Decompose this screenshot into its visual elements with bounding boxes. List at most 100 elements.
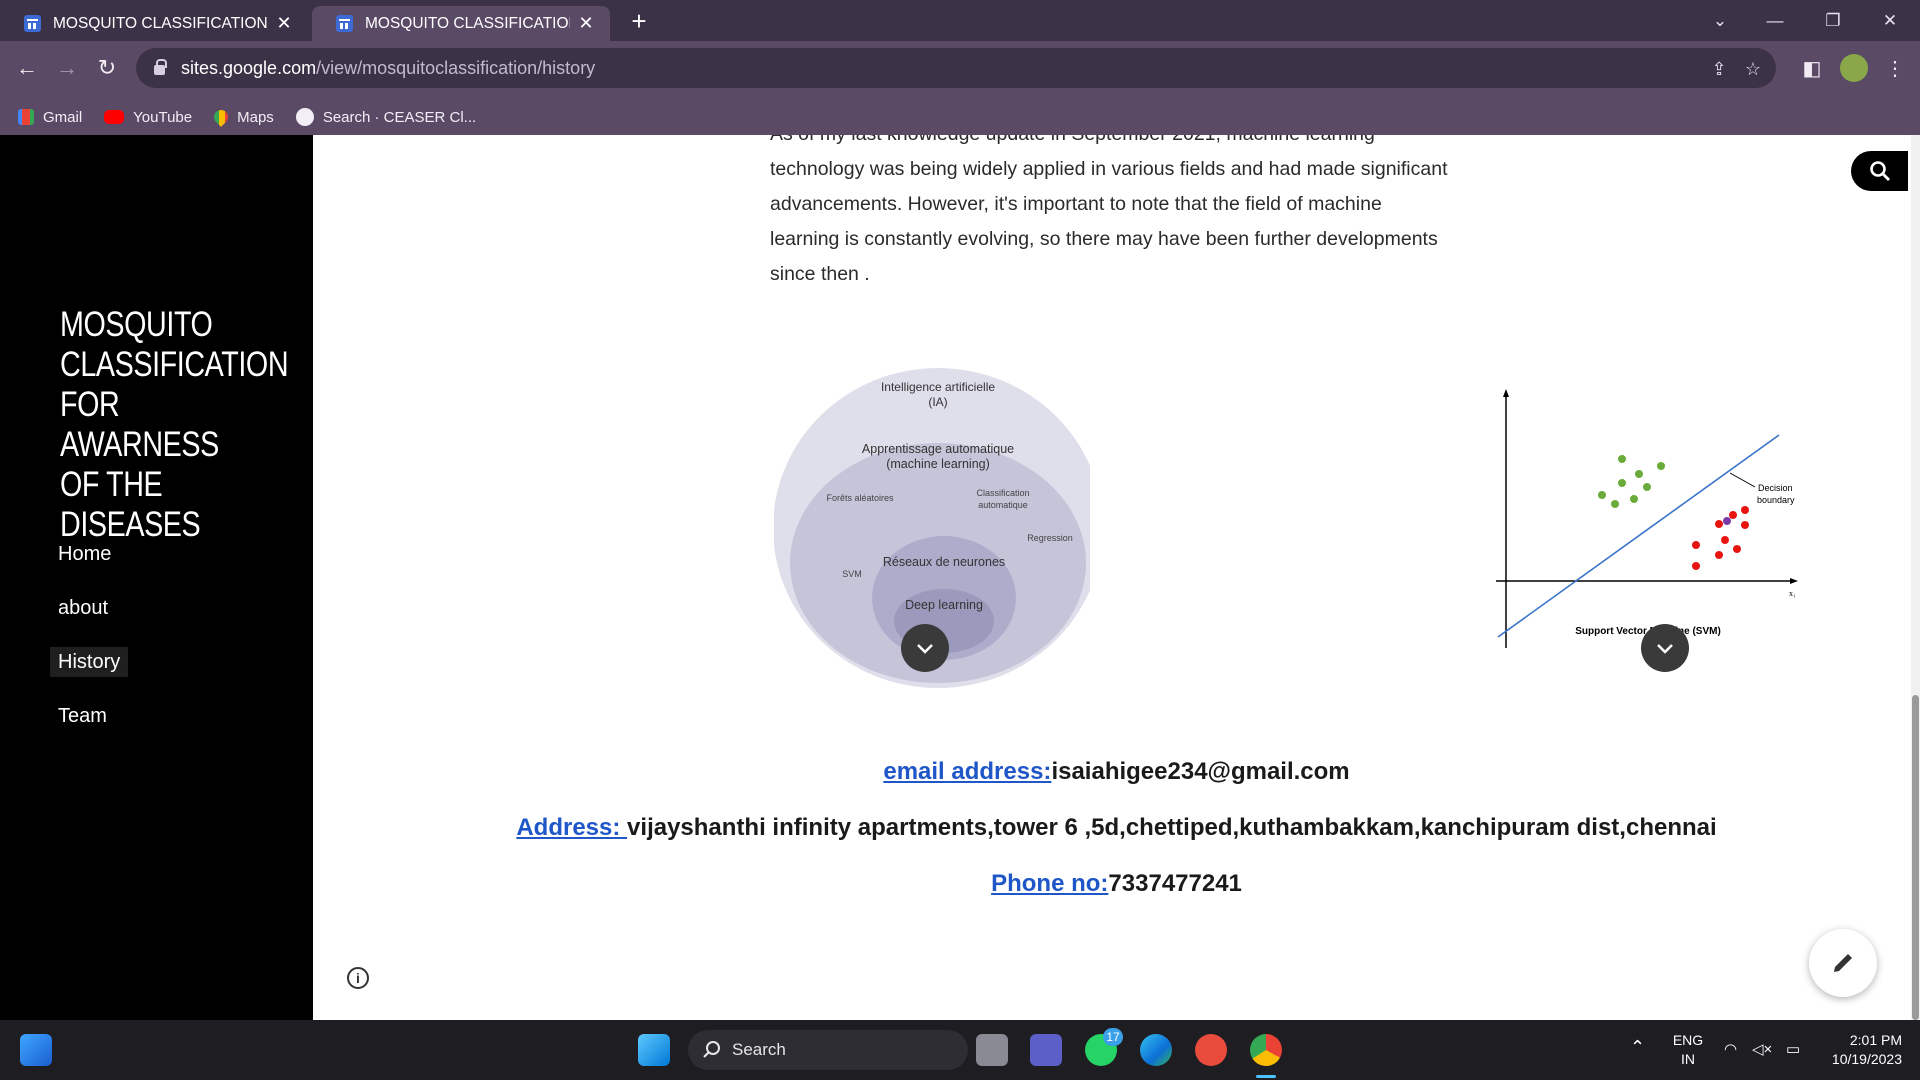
svm-figure-image: Decision boundary x₁ Support Vector Mach… [1496,389,1798,648]
decision-boundary-label-1: Decision [1758,483,1793,493]
nav-home[interactable]: Home [50,539,119,569]
venn-label-ai: Intelligence artificielle [881,380,995,394]
menu-kebab-icon[interactable]: ⋮ [1876,49,1914,87]
email-value: isaiahigee234@gmail.com [1051,758,1350,785]
bookmark-gmail[interactable]: Gmail [18,109,82,126]
url-host: sites.google.com [181,57,317,78]
task-view-icon[interactable] [976,1034,1008,1066]
language-indicator[interactable]: ENG IN [1670,1031,1706,1069]
bookmark-maps[interactable]: Maps [211,107,274,127]
close-tab-icon[interactable]: ✕ [576,13,596,34]
share-icon[interactable]: ⇪ [1706,56,1732,82]
forward-arrow-icon[interactable]: → [48,49,86,87]
venn-label-ia: (IA) [928,395,947,409]
lock-icon [154,59,167,75]
taskbar-search-label: Search [732,1040,786,1059]
x-axis-label: x₁ [1789,589,1796,598]
close-tab-icon[interactable]: ✕ [274,13,294,34]
gmail-icon [18,109,34,125]
clock-time: 2:01 PM [1849,1032,1902,1048]
tab-strip: MOSQUITO CLASSIFICATION FO ✕ MOSQUITO CL… [0,0,1920,41]
minimize-button[interactable]: — [1747,0,1803,41]
bookmark-label: Gmail [43,108,83,126]
clock-date: 10/19/2023 [1831,1051,1902,1067]
restore-button[interactable]: ❐ [1805,0,1861,41]
search-icon[interactable] [1851,151,1908,191]
close-window-button[interactable]: ✕ [1862,0,1918,41]
svm-class-a-points [1598,455,1665,508]
github-icon [295,108,314,126]
venn-label-nn: Réseaux de neurones [883,555,1005,569]
volume-muted-icon[interactable]: ◁× [1752,1040,1772,1059]
tab-2[interactable]: MOSQUITO CLASSIFICATION FO ✕ [312,6,610,41]
edge-icon[interactable] [1140,1034,1172,1066]
youtube-icon [104,110,125,124]
chrome-icon[interactable] [1250,1034,1282,1066]
clock[interactable]: 2:01 PM 10/19/2023 [1820,1031,1902,1069]
app-icon[interactable] [1195,1034,1227,1066]
venn-label-automatique: automatique [978,500,1028,510]
bookmark-youtube[interactable]: YouTube [104,109,192,126]
profile-avatar[interactable] [1840,54,1868,82]
battery-icon[interactable]: ▭ [1786,1040,1800,1059]
phone-value: 7337477241 [1108,870,1242,897]
address-label-link[interactable]: Address: [516,814,627,841]
venn-label-forests: Forêts aléatoires [826,493,894,503]
site-sidebar: MOSQUITO CLASSIFICATION FOR AWARNESS OF … [0,135,313,1020]
address-line: Address: vijayshanthi infinity apartment… [313,814,1920,842]
address-bar[interactable]: sites.google.com/view/mosquitoclassifica… [136,48,1776,88]
page-content: As of my last knowledge update in Septem… [313,135,1920,1020]
bookmark-label: YouTube [133,108,193,126]
nav-about[interactable]: about [50,593,116,623]
widgets-icon[interactable] [20,1034,52,1066]
decision-boundary-label-2: boundary [1757,495,1795,505]
venn-label-dl: Deep learning [905,598,983,612]
lang-line-2: IN [1681,1051,1695,1067]
side-panel-icon[interactable]: ◧ [1793,49,1831,87]
address-value: vijayshanthi infinity apartments,tower 6… [627,814,1717,841]
whatsapp-badge: 17 [1103,1028,1123,1046]
search-icon [703,1041,720,1058]
tab-search-chevron-icon[interactable]: ⌄ [1692,0,1748,41]
bookmark-star-icon[interactable]: ☆ [1740,56,1766,82]
svm-query-point [1723,517,1731,525]
venn-label-classification: Classification [976,488,1029,498]
site-title[interactable]: MOSQUITO CLASSIFICATION FOR AWARNESS OF … [60,305,289,545]
info-icon[interactable]: i [347,967,369,989]
tray-chevron-up-icon[interactable]: ⌃ [1630,1038,1645,1057]
expand-chevron-down-icon[interactable] [1641,624,1689,672]
windows-start-icon[interactable] [638,1034,670,1066]
bookmark-label: Maps [237,108,274,126]
bookmark-github[interactable]: Search · CEASER Cl... [295,108,477,126]
history-paragraph: As of my last knowledge update in Septem… [770,135,1448,285]
venn-label-ml: Apprentissage automatique [862,442,1014,456]
tab-title: MOSQUITO CLASSIFICATION FO [53,14,268,32]
nav-team[interactable]: Team [50,701,115,731]
tab-1[interactable]: MOSQUITO CLASSIFICATION FO ✕ [0,6,308,41]
edit-pencil-icon[interactable] [1809,929,1877,997]
venn-label-ml-sub: (machine learning) [886,457,990,471]
google-sites-icon [336,15,353,32]
phone-label-link[interactable]: Phone no: [991,870,1108,897]
reload-icon[interactable]: ↻ [88,49,126,87]
active-app-indicator [1256,1075,1276,1078]
teams-icon[interactable] [1030,1034,1062,1066]
venn-label-regression: Regression [1027,533,1073,543]
browser-toolbar: ← → ↻ sites.google.com/view/mosquitoclas… [0,41,1920,99]
wifi-icon[interactable]: ◠ [1724,1040,1737,1059]
taskbar-search[interactable]: Search [688,1030,968,1070]
new-tab-button[interactable]: + [624,6,654,36]
expand-chevron-down-icon[interactable] [901,624,949,672]
lang-line-1: ENG [1672,1032,1704,1048]
venn-label-svm: SVM [842,569,862,579]
url-path: /view/mosquitoclassification/history [316,57,596,78]
tab-title: MOSQUITO CLASSIFICATION FO [365,14,570,32]
phone-line: Phone no:7337477241 [313,870,1920,898]
back-arrow-icon[interactable]: ← [8,49,46,87]
email-label-link[interactable]: email address: [883,758,1051,785]
page-scrollbar-thumb[interactable] [1912,695,1919,1020]
svm-class-b-points [1692,506,1749,570]
nav-history[interactable]: History [50,647,129,677]
email-line: email address:isaiahigee234@gmail.com [313,758,1920,786]
bookmark-label: Search · CEASER Cl... [322,108,477,126]
